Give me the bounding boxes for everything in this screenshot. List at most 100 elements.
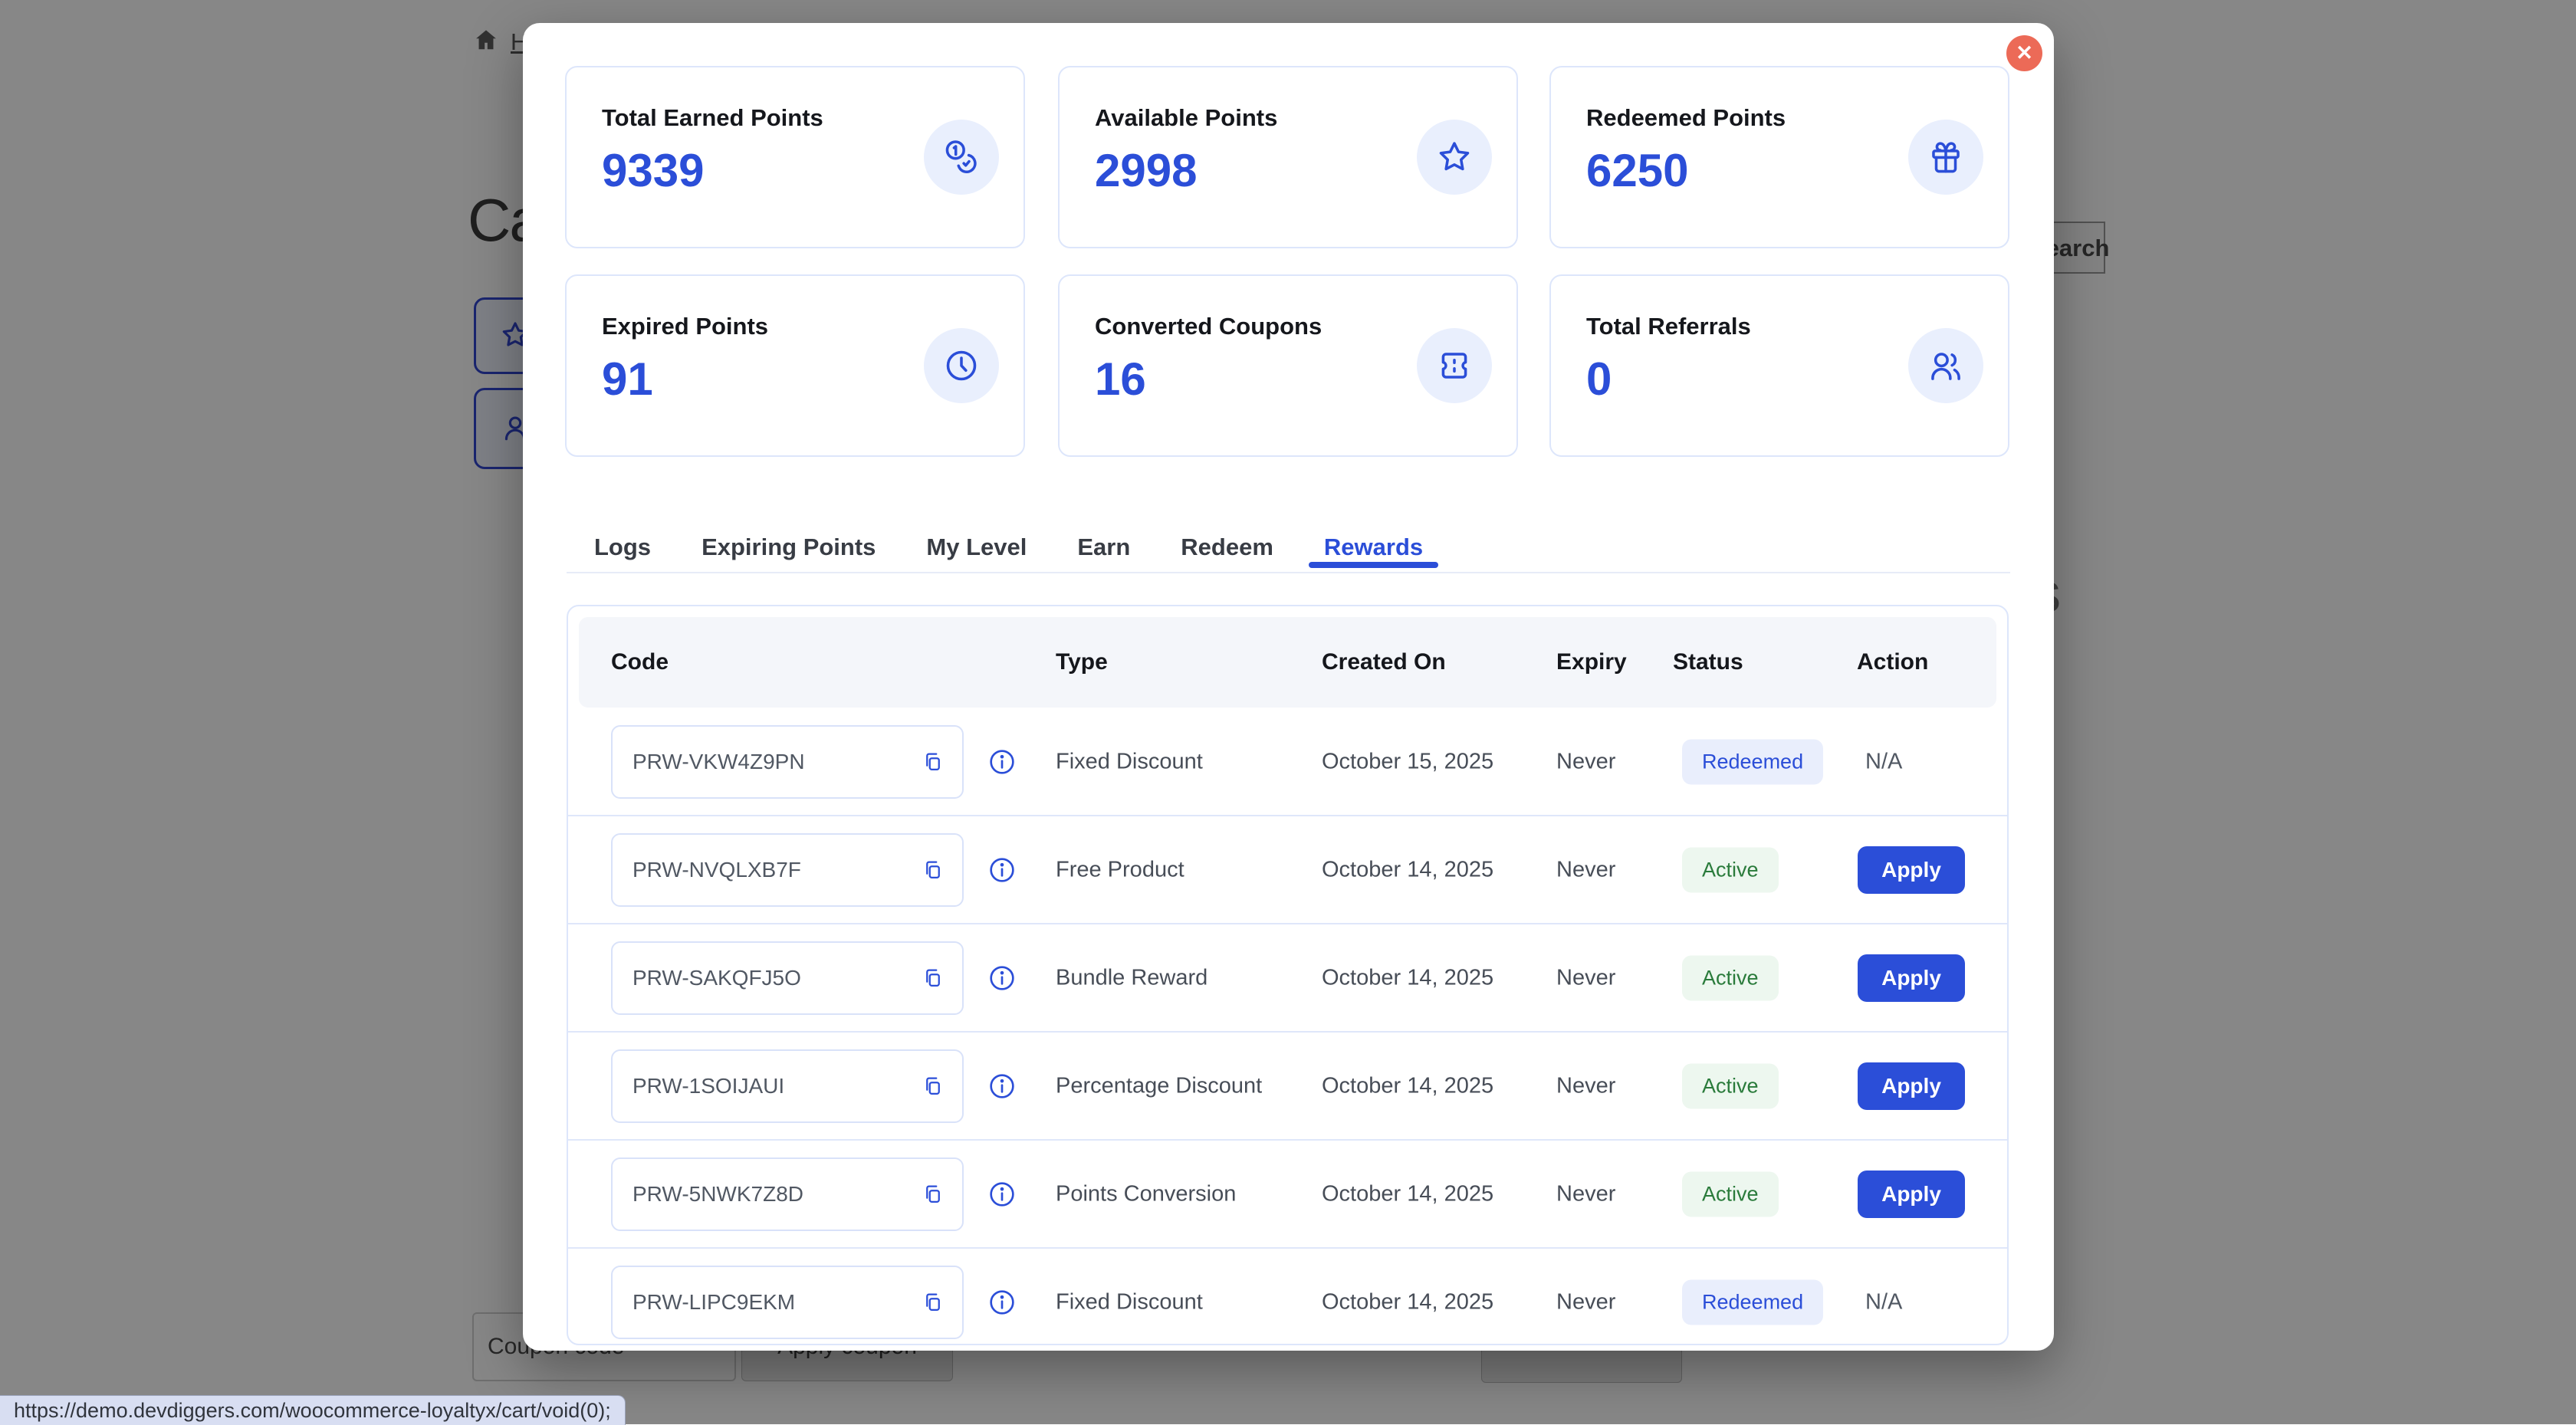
status-badge: Redeemed — [1682, 739, 1823, 784]
info-icon[interactable] — [987, 963, 1017, 993]
status-badge: Active — [1682, 847, 1779, 892]
tab-rewards[interactable]: Rewards — [1324, 534, 1423, 561]
reward-expiry: Never — [1556, 749, 1615, 774]
copy-icon[interactable] — [921, 750, 945, 774]
stat-card-total-referrals: Total Referrals 0 — [1549, 274, 2009, 457]
reward-created-on: October 14, 2025 — [1322, 965, 1493, 990]
status-badge: Active — [1682, 1063, 1779, 1108]
stat-card-value: 2998 — [1095, 144, 1197, 197]
reward-type: Fixed Discount — [1056, 1289, 1203, 1315]
column-header-expiry: Expiry — [1556, 649, 1627, 675]
copy-icon[interactable] — [921, 1182, 945, 1207]
action-na-text: N/A — [1865, 1289, 1902, 1315]
star-icon — [1417, 120, 1492, 195]
column-header-code: Code — [611, 649, 669, 675]
reward-type: Bundle Reward — [1056, 965, 1208, 990]
stat-card-expired-points: Expired Points 91 — [565, 274, 1025, 457]
info-icon[interactable] — [987, 747, 1017, 777]
gift-icon — [1908, 120, 1983, 195]
reward-type: Points Conversion — [1056, 1181, 1236, 1207]
column-header-type: Type — [1056, 649, 1108, 675]
status-bar-url-text: https://demo.devdiggers.com/woocommerce-… — [14, 1399, 611, 1423]
tab-earn[interactable]: Earn — [1077, 534, 1130, 561]
stat-card-title: Available Points — [1095, 104, 1277, 132]
stat-card-value: 91 — [602, 353, 653, 406]
action-na-text: N/A — [1865, 749, 1902, 774]
reward-code-field[interactable]: PRW-NVQLXB7F — [611, 833, 964, 907]
status-badge: Redeemed — [1682, 1279, 1823, 1325]
reward-created-on: October 14, 2025 — [1322, 857, 1493, 882]
reward-type: Percentage Discount — [1056, 1073, 1262, 1098]
info-icon[interactable] — [987, 1071, 1017, 1102]
reward-row-prw-1soijaui: PRW-1SOIJAUI Percentage Discount October… — [568, 1031, 2007, 1139]
rewards-table-body: PRW-VKW4Z9PN Fixed Discount October 15, … — [568, 708, 2007, 1355]
reward-row-prw-5nwk7z8d: PRW-5NWK7Z8D Points Conversion October 1… — [568, 1139, 2007, 1247]
reward-code-field[interactable]: PRW-5NWK7Z8D — [611, 1157, 964, 1231]
reward-type: Free Product — [1056, 857, 1184, 882]
reward-code-text: PRW-LIPC9EKM — [632, 1290, 795, 1315]
reward-created-on: October 14, 2025 — [1322, 1181, 1493, 1207]
apply-button[interactable]: Apply — [1858, 1171, 1965, 1218]
referrals-icon — [1908, 328, 1983, 403]
column-header-action: Action — [1857, 649, 1928, 675]
info-icon[interactable] — [987, 855, 1017, 885]
stat-card-title: Redeemed Points — [1586, 104, 1786, 132]
reward-code-text: PRW-5NWK7Z8D — [632, 1182, 803, 1207]
clock-icon — [924, 328, 999, 403]
stat-card-converted-coupons: Converted Coupons 16 — [1058, 274, 1518, 457]
stat-card-title: Total Earned Points — [602, 104, 823, 132]
reward-code-field[interactable]: PRW-LIPC9EKM — [611, 1266, 964, 1339]
reward-code-text: PRW-VKW4Z9PN — [632, 750, 805, 774]
close-icon[interactable]: ✕ — [2006, 35, 2042, 71]
rewards-table-header: CodeTypeCreated OnExpiryStatusAction — [579, 617, 1996, 708]
copy-icon[interactable] — [921, 1074, 945, 1098]
reward-expiry: Never — [1556, 857, 1615, 882]
reward-row-prw-lipc9ekm: PRW-LIPC9EKM Fixed Discount October 14, … — [568, 1247, 2007, 1355]
ticket-icon — [1417, 328, 1492, 403]
tab-my-level[interactable]: My Level — [926, 534, 1027, 561]
reward-expiry: Never — [1556, 1181, 1615, 1207]
reward-type: Fixed Discount — [1056, 749, 1203, 774]
rewards-table: CodeTypeCreated OnExpiryStatusAction PRW… — [567, 605, 2009, 1345]
loyalty-rewards-modal: ✕ Total Earned Points 9339 Available Poi… — [523, 23, 2054, 1351]
info-icon[interactable] — [987, 1287, 1017, 1318]
reward-code-field[interactable]: PRW-1SOIJAUI — [611, 1049, 964, 1123]
tab-expiring-points[interactable]: Expiring Points — [702, 534, 876, 561]
info-icon[interactable] — [987, 1179, 1017, 1210]
apply-button[interactable]: Apply — [1858, 1062, 1965, 1110]
status-badge: Active — [1682, 955, 1779, 1000]
apply-button[interactable]: Apply — [1858, 846, 1965, 894]
reward-code-text: PRW-NVQLXB7F — [632, 858, 801, 882]
copy-icon[interactable] — [921, 858, 945, 882]
stat-card-title: Total Referrals — [1586, 313, 1751, 340]
reward-row-prw-sakqfj5o: PRW-SAKQFJ5O Bundle Reward October 14, 2… — [568, 923, 2007, 1031]
apply-button[interactable]: Apply — [1858, 954, 1965, 1002]
reward-code-field[interactable]: PRW-SAKQFJ5O — [611, 941, 964, 1015]
status-bar-url: https://demo.devdiggers.com/woocommerce-… — [0, 1395, 626, 1425]
column-header-created-on: Created On — [1322, 649, 1446, 675]
coins-icon — [924, 120, 999, 195]
modal-tabs: Logs Expiring Points My Level Earn Redeem Rew… — [567, 523, 2010, 573]
copy-icon[interactable] — [921, 966, 945, 990]
reward-row-prw-vkw4z9pn: PRW-VKW4Z9PN Fixed Discount October 15, … — [568, 708, 2007, 815]
stat-card-total-earned-points: Total Earned Points 9339 — [565, 66, 1025, 248]
stat-card-value: 9339 — [602, 144, 704, 197]
stat-card-title: Converted Coupons — [1095, 313, 1322, 340]
tab-redeem[interactable]: Redeem — [1181, 534, 1273, 561]
reward-created-on: October 15, 2025 — [1322, 749, 1493, 774]
tab-logs[interactable]: Logs — [594, 534, 651, 561]
reward-code-text: PRW-1SOIJAUI — [632, 1074, 784, 1098]
reward-row-prw-nvqlxb7f: PRW-NVQLXB7F Free Product October 14, 20… — [568, 815, 2007, 923]
stat-card-available-points: Available Points 2998 — [1058, 66, 1518, 248]
status-badge: Active — [1682, 1171, 1779, 1217]
stat-card-value: 6250 — [1586, 144, 1688, 197]
reward-expiry: Never — [1556, 1289, 1615, 1315]
copy-icon[interactable] — [921, 1290, 945, 1315]
reward-created-on: October 14, 2025 — [1322, 1289, 1493, 1315]
stat-card-redeemed-points: Redeemed Points 6250 — [1549, 66, 2009, 248]
reward-expiry: Never — [1556, 965, 1615, 990]
reward-created-on: October 14, 2025 — [1322, 1073, 1493, 1098]
reward-code-field[interactable]: PRW-VKW4Z9PN — [611, 725, 964, 799]
stat-card-value: 0 — [1586, 353, 1612, 406]
reward-code-text: PRW-SAKQFJ5O — [632, 966, 801, 990]
